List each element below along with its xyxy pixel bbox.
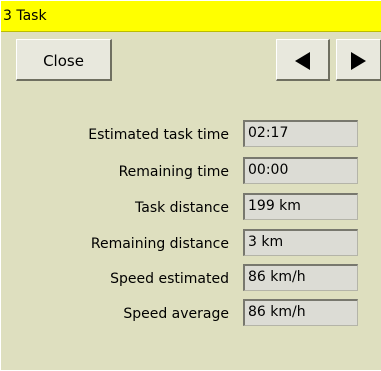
stat-row-speed-estimated: Speed estimated 86 km/h [1, 264, 381, 292]
arrow-left-icon [295, 52, 310, 70]
close-button[interactable]: Close [16, 39, 112, 81]
dialog-title: 3 Task [3, 8, 47, 24]
dialog-titlebar: 3 Task [1, 1, 381, 32]
remaining-distance-value: 3 km [243, 229, 358, 256]
stat-row-task-distance: Task distance 199 km [1, 193, 381, 221]
speed-estimated-label: Speed estimated [110, 271, 229, 287]
next-button[interactable] [336, 39, 381, 81]
stat-row-speed-average: Speed average 86 km/h [1, 299, 381, 327]
close-button-label: Close [43, 52, 84, 70]
remaining-time-label: Remaining time [118, 164, 229, 180]
remaining-time-value: 00:00 [243, 157, 358, 184]
task-distance-label: Task distance [135, 200, 229, 216]
task-distance-value: 199 km [243, 193, 358, 220]
previous-button[interactable] [276, 39, 330, 81]
speed-estimated-value: 86 km/h [243, 264, 358, 291]
remaining-distance-label: Remaining distance [90, 236, 229, 252]
estimated-task-time-value: 02:17 [243, 120, 358, 147]
speed-average-value: 86 km/h [243, 299, 358, 326]
estimated-task-time-label: Estimated task time [88, 127, 229, 143]
stat-row-estimated-task-time: Estimated task time 02:17 [1, 120, 381, 148]
stat-row-remaining-distance: Remaining distance 3 km [1, 229, 381, 257]
arrow-right-icon [351, 52, 366, 70]
task-dialog: 3 Task Close Estimated task time 02:17 R… [1, 1, 381, 370]
stat-row-remaining-time: Remaining time 00:00 [1, 157, 381, 185]
speed-average-label: Speed average [123, 306, 229, 322]
